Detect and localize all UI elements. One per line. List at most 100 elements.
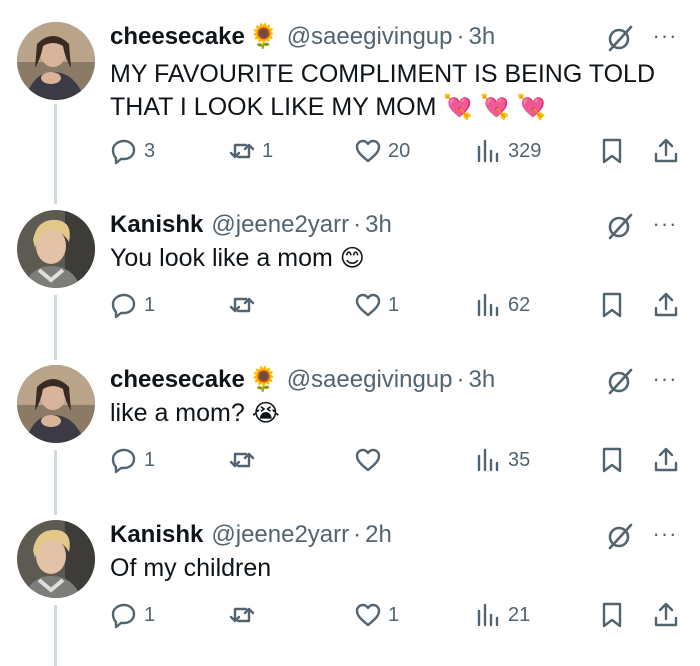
separator-dot: · <box>456 366 465 393</box>
action-bar: 3 1 20 329 <box>0 134 700 168</box>
tweet-header: Kanishk @jeene2yarr · 2h <box>110 516 392 554</box>
handle[interactable]: @saeegivingup <box>287 23 453 51</box>
display-name[interactable]: cheesecake <box>110 366 245 394</box>
separator-dot: · <box>456 23 465 50</box>
views-icon <box>477 603 499 627</box>
reply-button[interactable]: 1 <box>110 598 155 632</box>
display-name[interactable]: Kanishk <box>110 211 203 239</box>
heart-icon <box>355 139 381 163</box>
handle[interactable]: @saeegivingup <box>287 366 453 394</box>
share-icon <box>654 602 678 627</box>
smiling-emoji: 😊 <box>339 245 365 272</box>
views-button[interactable]: 62 <box>474 288 530 322</box>
bookmark-icon <box>602 447 622 473</box>
repost-icon <box>229 143 255 159</box>
repost-button[interactable] <box>228 443 262 477</box>
reply-count: 1 <box>144 448 156 471</box>
separator-dot: · <box>353 521 362 548</box>
bookmark-button[interactable] <box>598 443 626 477</box>
views-icon <box>477 448 499 472</box>
reply-button[interactable]: 1 <box>110 288 155 322</box>
bookmark-icon <box>602 138 622 164</box>
share-button[interactable] <box>652 598 680 632</box>
views-icon <box>477 139 499 163</box>
tweet-header: cheesecake 🌻 @saeegivingup · 3h <box>110 18 495 56</box>
kanishk-avatar[interactable] <box>17 210 95 288</box>
handle[interactable]: @jeene2yarr <box>211 521 349 549</box>
heart-icon <box>355 448 381 472</box>
cheesecake-avatar[interactable] <box>17 22 95 100</box>
grok-icon[interactable] <box>606 212 634 240</box>
tweet-text-content: like a mom? <box>110 399 245 427</box>
grok-icon[interactable] <box>606 367 634 395</box>
handle[interactable]: @jeene2yarr <box>211 211 349 239</box>
separator-dot: · <box>353 211 362 238</box>
repost-button[interactable] <box>228 598 262 632</box>
tweet-header: cheesecake 🌻 @saeegivingup · 3h <box>110 361 495 399</box>
timestamp[interactable]: 3h <box>469 366 496 394</box>
heart-icon <box>355 293 381 317</box>
action-bar: 1 1 62 <box>0 288 700 322</box>
bookmark-icon <box>602 292 622 318</box>
reply-button[interactable]: 3 <box>110 134 155 168</box>
repost-icon <box>229 607 255 623</box>
tweet-text-content: You look like a mom <box>110 244 333 272</box>
views-icon <box>477 293 499 317</box>
views-button[interactable]: 329 <box>474 134 541 168</box>
share-button[interactable] <box>652 288 680 322</box>
views-count: 35 <box>508 448 531 471</box>
timestamp[interactable]: 2h <box>365 521 392 549</box>
more-options-icon[interactable]: ··· <box>648 365 682 393</box>
kanishk-avatar[interactable] <box>17 520 95 598</box>
action-bar: 1 35 <box>0 443 700 477</box>
tweet[interactable]: cheesecake 🌻 @saeegivingup · 3h ··· like… <box>0 361 700 511</box>
repost-icon <box>229 297 255 313</box>
views-count: 21 <box>508 603 531 626</box>
reply-icon <box>111 603 136 629</box>
reply-count: 1 <box>144 603 156 626</box>
display-name[interactable]: cheesecake <box>110 23 245 51</box>
repost-button[interactable]: 1 <box>228 134 273 168</box>
reply-icon <box>111 293 136 319</box>
cheesecake-avatar[interactable] <box>17 365 95 443</box>
heart-icon <box>355 603 381 627</box>
action-bar: 1 1 21 <box>0 598 700 632</box>
sunflower-emoji: 🌻 <box>248 23 279 50</box>
repost-button[interactable] <box>228 288 262 322</box>
grok-icon[interactable] <box>606 522 634 550</box>
like-count: 20 <box>388 139 411 162</box>
repost-count: 1 <box>262 139 274 162</box>
bookmark-button[interactable] <box>598 134 626 168</box>
grok-icon[interactable] <box>606 24 634 52</box>
reply-count: 3 <box>144 139 156 162</box>
repost-icon <box>229 452 255 468</box>
more-options-icon[interactable]: ··· <box>648 22 682 50</box>
views-button[interactable]: 35 <box>474 443 530 477</box>
share-icon <box>654 138 678 163</box>
views-button[interactable]: 21 <box>474 598 530 632</box>
bookmark-button[interactable] <box>598 598 626 632</box>
bookmark-button[interactable] <box>598 288 626 322</box>
like-button[interactable] <box>354 443 388 477</box>
reply-button[interactable]: 1 <box>110 443 155 477</box>
share-button[interactable] <box>652 443 680 477</box>
tweet[interactable]: Kanishk @jeene2yarr · 2h ··· Of my child… <box>0 516 700 666</box>
like-button[interactable]: 1 <box>354 288 399 322</box>
share-icon <box>654 292 678 317</box>
like-button[interactable]: 20 <box>354 134 410 168</box>
more-options-icon[interactable]: ··· <box>648 520 682 548</box>
tweet[interactable]: Kanishk @jeene2yarr · 3h ··· You look li… <box>0 206 700 356</box>
timestamp[interactable]: 3h <box>365 211 392 239</box>
timestamp[interactable]: 3h <box>469 23 496 51</box>
like-button[interactable]: 1 <box>354 598 399 632</box>
reply-icon <box>111 139 136 165</box>
tweet[interactable]: cheesecake 🌻 @saeegivingup · 3h ··· MY F… <box>0 18 700 168</box>
tweet-text-content: Of my children <box>110 554 272 582</box>
like-count: 1 <box>388 603 400 626</box>
display-name[interactable]: Kanishk <box>110 521 203 549</box>
more-options-icon[interactable]: ··· <box>648 210 682 238</box>
tweet-text-content: MY FAVOURITE COMPLIMENT IS BEING TOLD TH… <box>110 60 656 121</box>
share-button[interactable] <box>652 134 680 168</box>
sunflower-emoji: 🌻 <box>248 366 279 393</box>
reply-count: 1 <box>144 293 156 316</box>
